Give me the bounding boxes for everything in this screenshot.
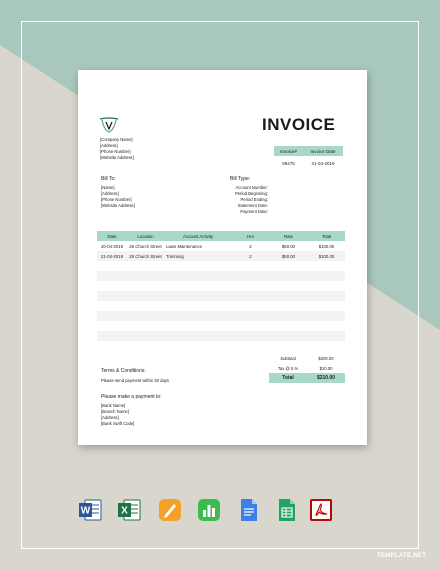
terms-text: Please send payment within 30 days [101,378,169,383]
company-line: [Website Address] [100,155,134,160]
table-row: 21-04-2019 25 Church Street Trimming 2 $… [97,251,345,261]
subtotal-value: $200.00 [318,355,334,361]
invoice-date-header: Invoice Date [303,146,343,156]
payment-line: [Bank Swift Code] [101,421,135,426]
total-value: $210.00 [316,375,336,381]
table-row [97,301,345,311]
table-row: 20-04-2019 25 Church Street Lawn Mainten… [97,241,345,251]
cell-hrs: 2 [249,253,252,259]
cell-rate: $50.00 [281,243,296,249]
table-row [97,341,345,351]
cell-date: 21-04-2019 [101,253,123,259]
cell-date: 20-04-2019 [101,243,123,249]
table-row [97,331,345,341]
pdf-icon[interactable] [308,497,334,523]
table-row [97,311,345,321]
numbers-icon[interactable] [196,497,222,523]
table-row [97,271,345,281]
bill-to-line: [Website Address] [101,203,135,208]
tax-row: Tax @ 5 % $10.00 [269,363,345,373]
format-icons: W X [77,497,333,523]
company-logo-icon [99,117,119,133]
company-info: [Company Name] [Address] [Phone Number] … [100,137,134,161]
bill-to-heading: Bill To: [101,176,116,182]
subtotal-row: Subtotal $200.00 [269,353,345,363]
svg-text:W: W [81,506,91,517]
payment-details: [Bank Name] [Branch Name] [Address] [Ban… [101,403,134,427]
column-header-location: Location [137,233,154,239]
column-header-rate: Rate [283,233,294,239]
svg-text:X: X [121,506,128,517]
subtotal-label: Subtotal [280,355,296,361]
cell-rate: $50.00 [281,253,296,259]
cell-location: 25 Church Street [129,243,162,249]
terms-heading: Terms & Conditions: [101,368,146,374]
total-label: Total [282,375,294,381]
word-icon[interactable]: W [77,497,103,523]
total-row: Total $210.00 [269,373,345,383]
invoice-title: INVOICE [262,115,336,134]
table-header-row: Date Location Account Activity Hrs Rate … [97,231,345,241]
table-row [97,261,345,271]
excel-icon[interactable]: X [116,497,142,523]
cell-total: $100.00 [318,253,335,259]
pages-icon[interactable] [157,497,183,523]
column-header-total: Total [321,233,332,239]
payment-heading: Please make a payment to: [101,394,162,400]
column-header-date: Date [107,233,117,239]
tax-label: Tax @ 5 % [277,365,299,371]
cell-activity: Lawn Maintenance [166,243,203,249]
bill-type-line: Payment Date: [240,209,268,214]
brand-watermark: TEMPLATE.NET [377,553,427,559]
cell-hrs: 2 [249,243,252,249]
totals-block: Subtotal $200.00 Tax @ 5 % $10.00 Total … [269,353,345,383]
bill-type-heading: Bill Type: [230,176,251,182]
column-header-hrs: Hrs [247,233,254,239]
column-header-activity: Account Activity [182,233,214,239]
invoice-number-header: Invoice# [274,146,303,156]
table-row [97,291,345,301]
activity-table: Date Location Account Activity Hrs Rate … [97,231,345,351]
bill-type-details: Account Number: Period Beginning: Period… [223,185,268,215]
cell-activity: Trimming [166,253,184,259]
invoice-number-value: 89475 [282,160,295,166]
google-docs-icon[interactable] [236,497,262,523]
invoice-date-value: 21-04-2019 [311,160,335,166]
table-row [97,321,345,331]
cell-location: 25 Church Street [129,253,162,259]
google-sheets-icon[interactable] [274,497,300,523]
invoice-sheet: [Company Name] [Address] [Phone Number] … [78,70,367,445]
invoice-meta-table: Invoice# Invoice Date 89475 21-04-2019 [274,146,343,170]
cell-total: $100.00 [318,243,335,249]
tax-value: $10.00 [319,365,333,371]
table-row [97,281,345,291]
bill-to-details: [Name] [Address] [Phone Number] [Website… [101,185,135,209]
